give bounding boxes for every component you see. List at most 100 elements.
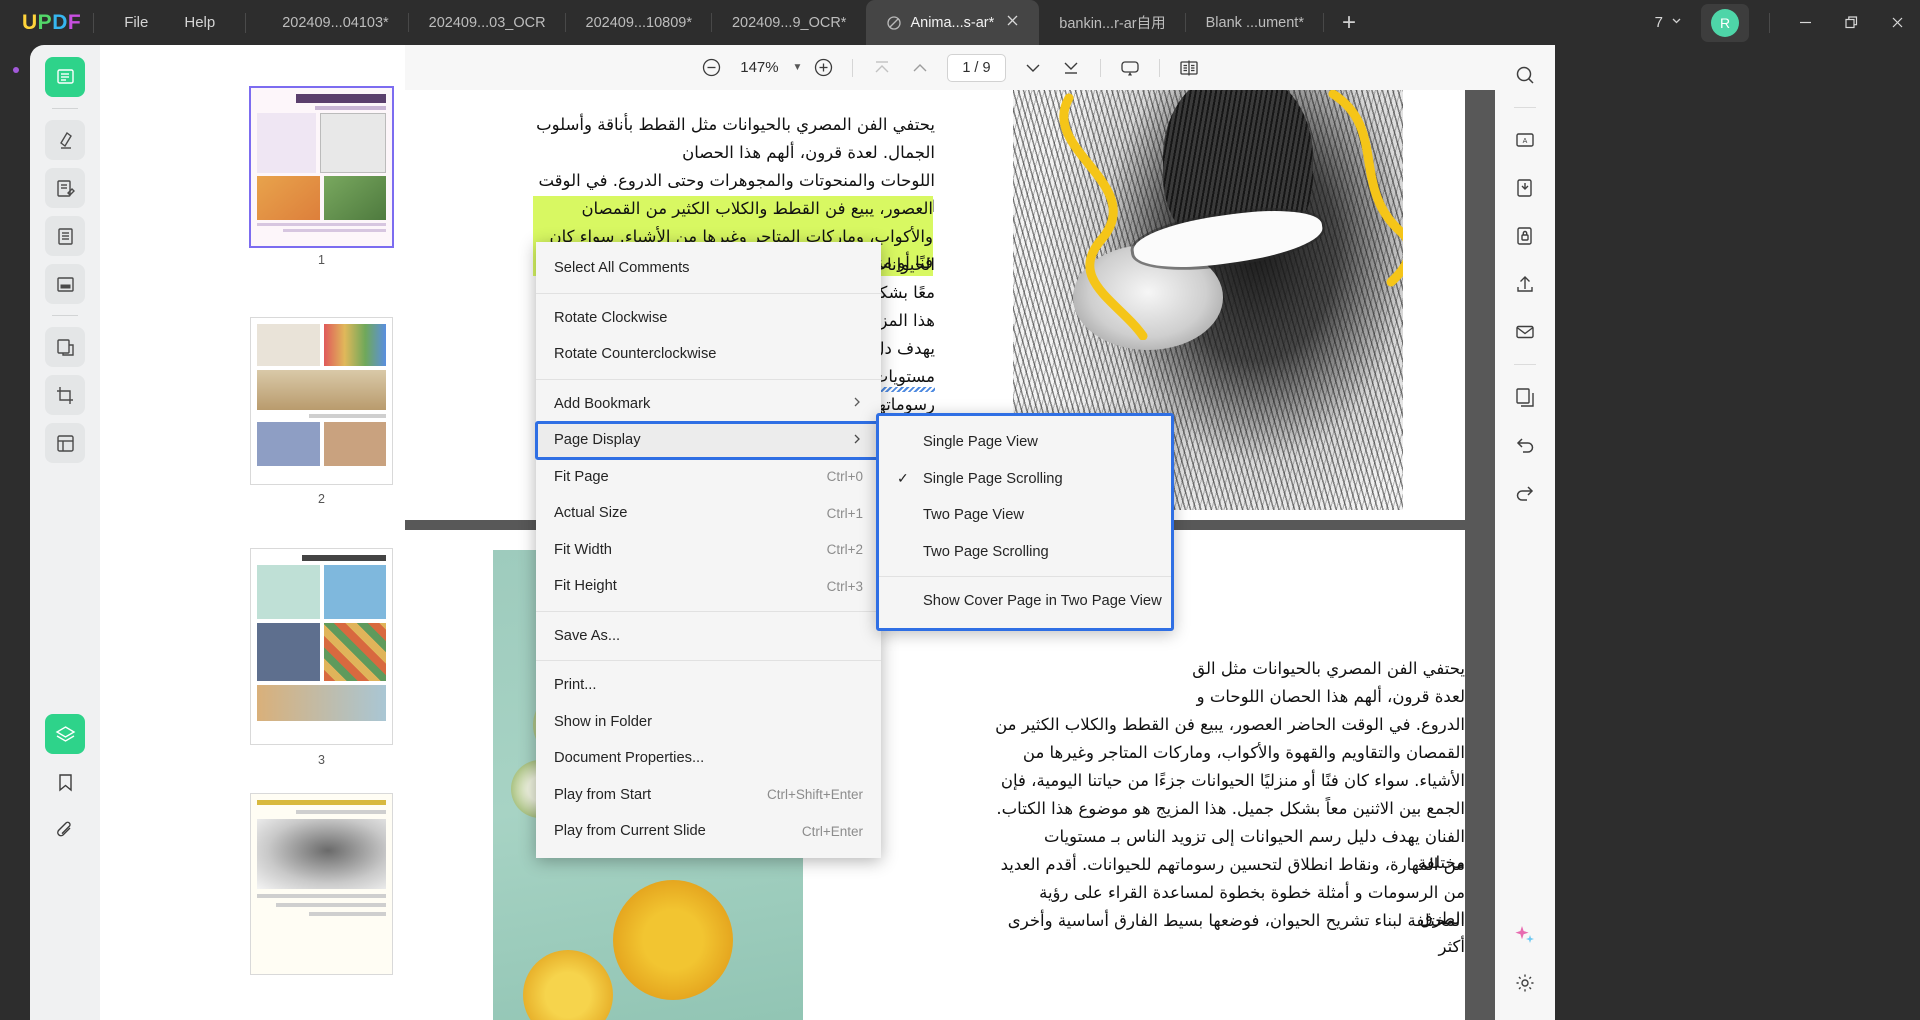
menu-item-select-all-comments[interactable]: Select All Comments: [536, 250, 881, 287]
divider: [1769, 12, 1770, 33]
menu-item-label: Play from Current Slide: [554, 823, 706, 840]
lock-document-icon[interactable]: [1506, 217, 1544, 255]
sidebar-item-page[interactable]: [45, 216, 85, 256]
chevron-down-icon[interactable]: ▼: [792, 62, 802, 73]
submenu-item-label: Show Cover Page in Two Page View: [923, 593, 1162, 610]
menu-item-shortcut: Ctrl+1: [826, 505, 863, 521]
menu-item-document-properties[interactable]: Document Properties...: [536, 740, 881, 777]
submenu-item-single-page-view[interactable]: Single Page View: [879, 424, 1171, 461]
menu-divider: [536, 660, 881, 661]
menu-item-label: Fit Height: [554, 578, 617, 595]
zoom-in-icon[interactable]: [806, 51, 840, 85]
sidebar-item-annotate[interactable]: [45, 120, 85, 160]
tab-label: 202409...9_OCR*: [731, 14, 847, 31]
tab-count-dropdown[interactable]: 7: [1645, 14, 1693, 31]
sidebar-item-convert[interactable]: [45, 327, 85, 367]
tool-sidebar: [30, 45, 100, 1020]
doc-line: الدروع. في الوقت الحاضر العصور، يبيع فن …: [995, 715, 1465, 734]
chevron-down-icon: [1670, 14, 1683, 31]
menu-item-fit-page[interactable]: Fit Page Ctrl+0: [536, 459, 881, 496]
menu-help[interactable]: Help: [166, 8, 233, 37]
submenu-item-two-page-scrolling[interactable]: Two Page Scrolling: [879, 534, 1171, 571]
redo-icon[interactable]: [1506, 474, 1544, 512]
submenu-item-two-page-view[interactable]: Two Page View: [879, 497, 1171, 534]
menu-item-show-in-folder[interactable]: Show in Folder: [536, 704, 881, 741]
menu-item-label: Fit Width: [554, 541, 612, 558]
menu-item-fit-height[interactable]: Fit Height Ctrl+3: [536, 568, 881, 605]
thumbnail-panel[interactable]: 1 2 3: [100, 45, 405, 1020]
divider: [52, 108, 78, 109]
menu-item-play-from-start[interactable]: Play from Start Ctrl+Shift+Enter: [536, 777, 881, 814]
document-tab[interactable]: 202409...10809*: [566, 0, 712, 45]
minimize-icon[interactable]: [1782, 0, 1828, 45]
thumbnail-page-3[interactable]: [250, 548, 393, 745]
thumbnail-page-4[interactable]: [250, 793, 393, 975]
sidebar-item-reader[interactable]: [45, 57, 85, 97]
user-account-button[interactable]: R: [1701, 3, 1749, 42]
next-page-icon[interactable]: [1016, 51, 1050, 85]
sidebar-item-layers[interactable]: [45, 714, 85, 754]
tab-label: 202409...10809*: [585, 14, 692, 31]
thumbnail-page-2[interactable]: [250, 317, 393, 485]
menu-file[interactable]: File: [106, 8, 166, 37]
submenu-item-single-page-scrolling[interactable]: ✓ Single Page Scrolling: [879, 461, 1171, 498]
divider: [1514, 107, 1536, 108]
page-indicator[interactable]: 1 / 9: [947, 53, 1006, 82]
search-icon[interactable]: [1506, 56, 1544, 94]
undo-icon[interactable]: [1506, 426, 1544, 464]
menu-item-fit-width[interactable]: Fit Width Ctrl+2: [536, 532, 881, 569]
sidebar-item-attachment[interactable]: [45, 810, 85, 850]
document-tab[interactable]: Blank ...ument*: [1186, 0, 1324, 45]
divider: [245, 12, 247, 33]
menu-item-actual-size[interactable]: Actual Size Ctrl+1: [536, 495, 881, 532]
tab-close-icon[interactable]: [1006, 14, 1019, 31]
close-icon[interactable]: [1874, 0, 1920, 45]
batch-icon[interactable]: [1506, 378, 1544, 416]
document-tab-active[interactable]: Anima...s-ar*: [866, 0, 1040, 45]
document-tab[interactable]: 202409...9_OCR*: [712, 0, 866, 45]
zoom-out-icon[interactable]: [694, 51, 728, 85]
menu-item-save-as[interactable]: Save As...: [536, 618, 881, 655]
context-menu[interactable]: Select All Comments Rotate Clockwise Rot…: [535, 242, 882, 858]
prev-page-icon[interactable]: [903, 51, 937, 85]
submenu-item-show-cover-page[interactable]: Show Cover Page in Two Page View: [879, 583, 1171, 620]
page-display-submenu[interactable]: Single Page View ✓ Single Page Scrolling…: [876, 413, 1174, 631]
last-page-icon[interactable]: [1054, 51, 1088, 85]
first-page-icon[interactable]: [865, 51, 899, 85]
menu-divider: [536, 378, 881, 380]
doc-line: لعدة قرون، ألهم هذا الحصان اللوحات و: [1196, 687, 1465, 706]
ocr-icon[interactable]: A: [1506, 121, 1544, 159]
email-icon[interactable]: [1506, 313, 1544, 351]
sidebar-item-form[interactable]: [45, 264, 85, 304]
ai-sparkle-icon[interactable]: [1506, 916, 1544, 954]
presentation-icon[interactable]: [1113, 51, 1147, 85]
sidebar-item-edit-pdf[interactable]: [45, 168, 85, 208]
sidebar-item-crop[interactable]: [45, 375, 85, 415]
zoom-level-value[interactable]: 147%: [732, 59, 786, 76]
doc-line: الأشياء. سواء كان فنًا أو منزليًا الحيوا…: [1000, 771, 1465, 790]
sidebar-item-organize[interactable]: [45, 423, 85, 463]
menu-item-play-from-current-slide[interactable]: Play from Current Slide Ctrl+Enter: [536, 813, 881, 850]
logo-letter-u: U: [22, 10, 38, 34]
reading-mode-icon[interactable]: [1172, 51, 1206, 85]
menu-item-print[interactable]: Print...: [536, 667, 881, 704]
doc-line: يحتفي الفن المصري بالحيوانات مثل الق: [1192, 659, 1465, 678]
document-tab[interactable]: 202409...04103*: [262, 0, 409, 45]
tab-separator: [1322, 13, 1324, 32]
thumbnail-page-1[interactable]: [249, 86, 394, 248]
restore-icon[interactable]: [1828, 0, 1874, 45]
gear-icon[interactable]: [1506, 964, 1544, 1002]
tab-strip: 202409...04103* 202409...03_OCR 202409..…: [262, 0, 1374, 45]
share-icon[interactable]: [1506, 265, 1544, 303]
document-tab[interactable]: 202409...03_OCR: [409, 0, 566, 45]
menu-item-page-display[interactable]: Page Display: [535, 421, 882, 460]
document-tab[interactable]: bankin...r-ar自用: [1039, 0, 1186, 45]
menu-item-rotate-counterclockwise[interactable]: Rotate Counterclockwise: [536, 336, 881, 373]
sidebar-item-bookmark[interactable]: [45, 762, 85, 802]
menu-item-label: Rotate Counterclockwise: [554, 346, 717, 363]
window-background: [1555, 45, 1920, 1020]
compress-icon[interactable]: [1506, 169, 1544, 207]
new-tab-button[interactable]: +: [1324, 10, 1374, 35]
menu-item-rotate-clockwise[interactable]: Rotate Clockwise: [536, 300, 881, 337]
menu-item-add-bookmark[interactable]: Add Bookmark: [536, 386, 881, 423]
